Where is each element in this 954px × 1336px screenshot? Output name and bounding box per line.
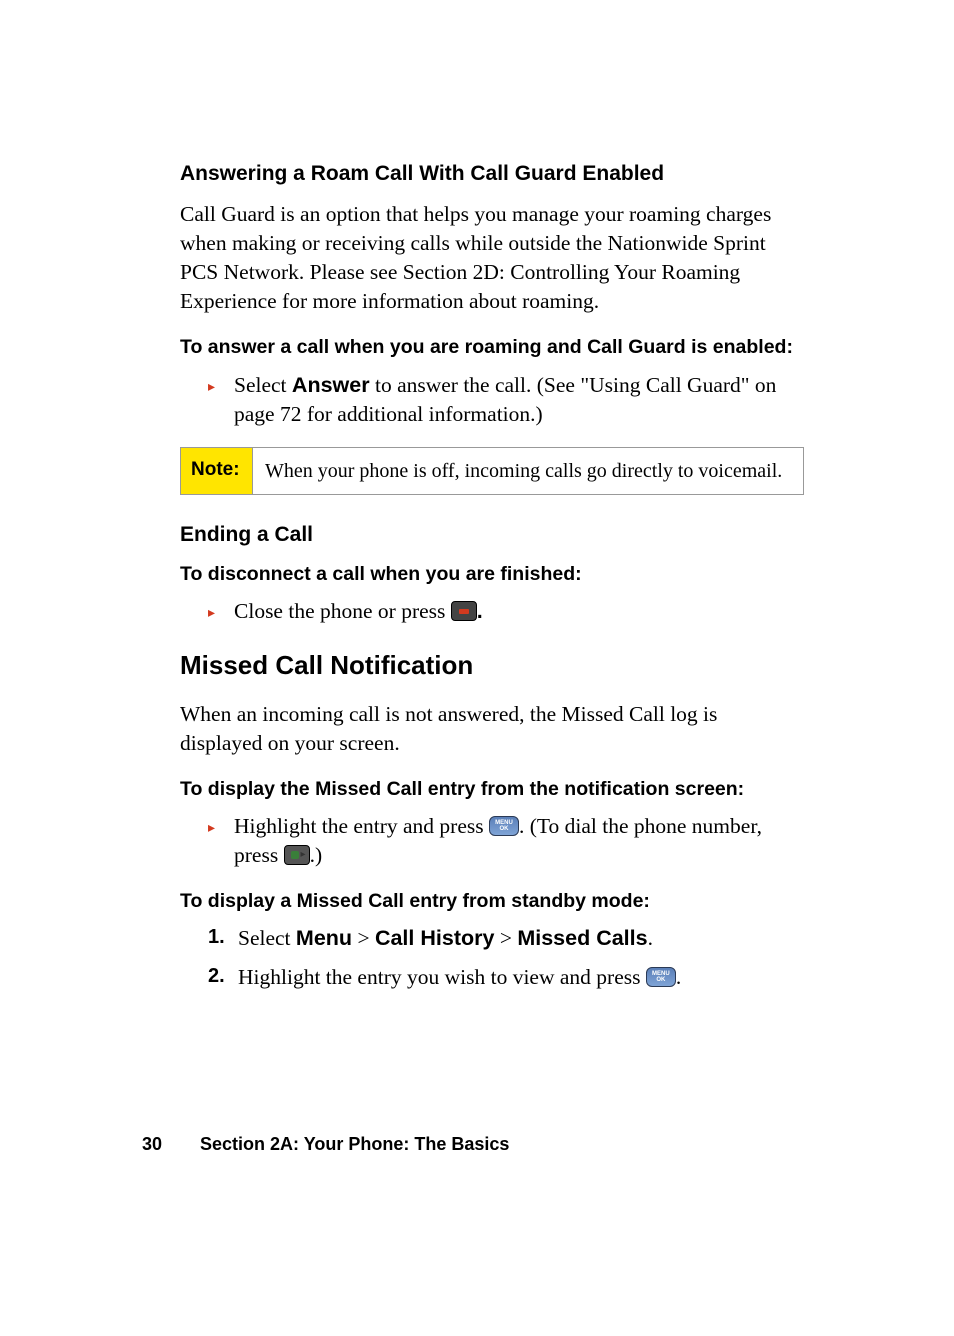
note-box: Note: When your phone is off, incoming c… — [180, 447, 804, 495]
step-1: 1. Select Menu > Call History > Missed C… — [208, 924, 804, 953]
bullet-text: Close the phone or press . — [234, 597, 804, 626]
sep: > — [494, 926, 517, 950]
note-content: When your phone is off, incoming calls g… — [253, 448, 803, 494]
menu-ok-key-icon: MENUOK — [646, 967, 676, 987]
bullet-text: Highlight the entry and press MENUOK. (T… — [234, 812, 804, 870]
lead-answer-roaming: To answer a call when you are roaming an… — [180, 334, 804, 360]
end-key-icon — [451, 601, 477, 621]
page-footer: 30 Section 2A: Your Phone: The Basics — [142, 1132, 509, 1156]
page-number: 30 — [142, 1134, 162, 1154]
heading-missed-call: Missed Call Notification — [180, 648, 804, 683]
step-2: 2. Highlight the entry you wish to view … — [208, 963, 804, 992]
bullet-close-phone: ▸ Close the phone or press . — [208, 597, 804, 626]
icon-label-ok: OK — [499, 826, 508, 832]
text-pre: Select — [234, 373, 292, 397]
bullet-arrow-icon: ▸ — [208, 812, 234, 870]
para-missed-call: When an incoming call is not answered, t… — [180, 700, 804, 758]
t: . — [648, 926, 653, 950]
step-number-1: 1. — [208, 924, 238, 953]
lead-display-notification: To display the Missed Call entry from th… — [180, 776, 804, 802]
text-close-phone: Close the phone or press — [234, 599, 451, 623]
heading-ending-call: Ending a Call — [180, 521, 804, 549]
bullet-select-answer: ▸ Select Answer to answer the call. (See… — [208, 371, 804, 429]
section-label: Section 2A: Your Phone: The Basics — [200, 1134, 509, 1154]
talk-key-icon — [284, 845, 310, 865]
note-label: Note: — [181, 448, 253, 494]
menu-ok-key-icon: MENUOK — [489, 816, 519, 836]
t: . — [676, 965, 681, 989]
text-answer-bold: Answer — [292, 373, 370, 397]
icon-label-ok: OK — [656, 977, 665, 983]
lead-disconnect: To disconnect a call when you are finish… — [180, 561, 804, 587]
lead-display-standby: To display a Missed Call entry from stan… — [180, 888, 804, 914]
t: Select — [238, 926, 296, 950]
bullet-arrow-icon: ▸ — [208, 597, 234, 626]
step-2-text: Highlight the entry you wish to view and… — [238, 963, 804, 992]
bullet-arrow-icon: ▸ — [208, 371, 234, 429]
call-history-label: Call History — [375, 926, 494, 950]
t: Highlight the entry you wish to view and… — [238, 965, 646, 989]
menu-label: Menu — [296, 926, 352, 950]
text-highlight-post: .) — [310, 843, 323, 867]
para-call-guard: Call Guard is an option that helps you m… — [180, 200, 804, 316]
text-highlight-pre: Highlight the entry and press — [234, 814, 489, 838]
bullet-text: Select Answer to answer the call. (See "… — [234, 371, 804, 429]
sep: > — [352, 926, 375, 950]
bullet-highlight-entry: ▸ Highlight the entry and press MENUOK. … — [208, 812, 804, 870]
text-period: . — [477, 599, 483, 623]
missed-calls-label: Missed Calls — [517, 926, 647, 950]
heading-answering-roam: Answering a Roam Call With Call Guard En… — [180, 160, 804, 188]
step-number-2: 2. — [208, 963, 238, 992]
step-1-text: Select Menu > Call History > Missed Call… — [238, 924, 804, 953]
